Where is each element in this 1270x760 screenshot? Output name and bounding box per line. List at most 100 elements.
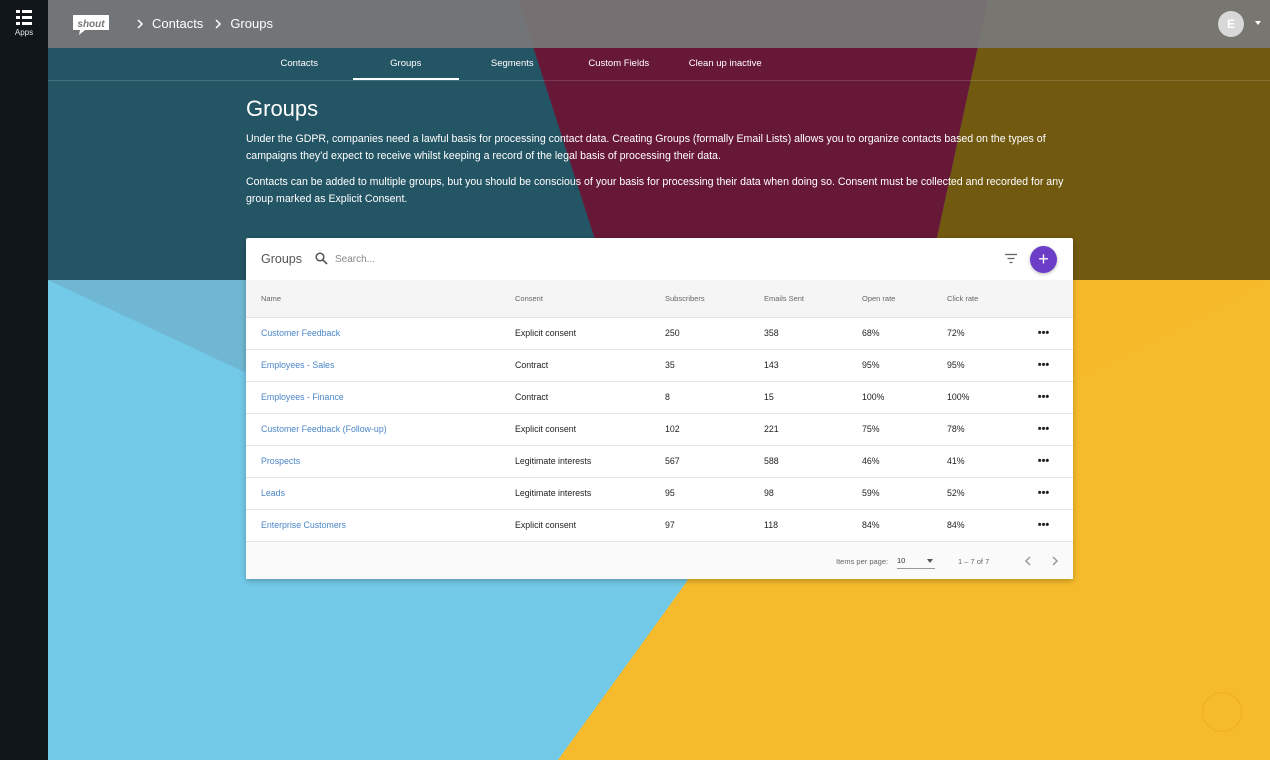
emails-sent-cell: 143 — [764, 360, 779, 370]
column-header-emails-sent[interactable]: Emails Sent — [749, 280, 847, 317]
next-page-icon[interactable] — [1048, 554, 1062, 568]
subscribers-cell: 8 — [665, 392, 670, 402]
groups-table: Name Consent Subscribers Emails Sent Ope… — [246, 280, 1073, 541]
tab-groups[interactable]: Groups — [352, 48, 460, 80]
column-header-consent[interactable]: Consent — [500, 280, 650, 317]
column-header-subscribers[interactable]: Subscribers — [650, 280, 749, 317]
paginator: Items per page: 10 1 – 7 of 7 — [246, 541, 1073, 579]
subscribers-cell: 97 — [665, 520, 675, 531]
chevron-right-icon — [137, 18, 144, 29]
top-bar: shout Contacts Groups E — [48, 0, 1270, 48]
table-row[interactable]: Enterprise Customers Explicit consent 97… — [246, 509, 1073, 541]
consent-cell: Legitimate interests — [515, 456, 592, 466]
tab-divider — [48, 80, 1270, 81]
emails-sent-cell: 98 — [764, 488, 774, 498]
account-menu-caret-icon[interactable] — [1255, 21, 1261, 25]
search-icon — [315, 252, 328, 265]
search-input[interactable] — [335, 250, 535, 268]
subscribers-cell: 250 — [665, 328, 680, 338]
table-row[interactable]: Customer Feedback Explicit consent 250 3… — [246, 317, 1073, 349]
filter-icon[interactable] — [1004, 253, 1018, 264]
breadcrumb-groups: Groups — [230, 16, 273, 31]
consent-cell: Explicit consent — [515, 520, 577, 531]
consent-cell: Explicit consent — [515, 424, 577, 434]
tab-contacts[interactable]: Contacts — [246, 48, 353, 80]
intro-paragraph-1: Under the GDPR, companies need a lawful … — [246, 133, 1046, 162]
shout-logo[interactable]: shout — [71, 13, 111, 42]
emails-sent-cell: 15 — [764, 392, 774, 402]
more-options-icon[interactable]: ••• — [1014, 381, 1073, 413]
intro-section: Groups Under the GDPR, companies need a … — [246, 96, 1076, 217]
table-row[interactable]: Employees - Sales Contract 35 143 95% 95… — [246, 349, 1073, 381]
emails-sent-cell: 221 — [764, 424, 779, 434]
table-header-row: Name Consent Subscribers Emails Sent Ope… — [246, 280, 1073, 317]
more-options-icon[interactable]: ••• — [1014, 349, 1073, 381]
column-header-click-rate[interactable]: Click rate — [932, 280, 1014, 317]
app-rail: Apps — [0, 0, 48, 760]
items-per-page-value: 10 — [897, 556, 906, 565]
click-rate-cell: 84% — [947, 520, 965, 531]
group-name-link[interactable]: Enterprise Customers — [246, 509, 500, 541]
more-options-icon[interactable]: ••• — [1014, 477, 1073, 509]
intro-paragraph-2: Contacts can be added to multiple groups… — [246, 176, 1064, 205]
table-row[interactable]: Leads Legitimate interests 95 98 59% 52%… — [246, 477, 1073, 509]
avatar[interactable]: E — [1218, 11, 1244, 37]
consent-cell: Legitimate interests — [515, 488, 592, 498]
column-header-name[interactable]: Name — [246, 280, 500, 317]
more-options-icon[interactable]: ••• — [1014, 509, 1073, 541]
card-header: Groups + — [246, 238, 1073, 280]
items-per-page-label: Items per page: — [836, 557, 889, 566]
open-rate-cell: 68% — [862, 328, 880, 338]
emails-sent-cell: 588 — [764, 456, 779, 466]
open-rate-cell: 95% — [862, 360, 880, 370]
help-button[interactable] — [1202, 692, 1242, 732]
page-title: Groups — [246, 96, 319, 121]
svg-text:shout: shout — [77, 19, 105, 30]
page-range-label: 1 – 7 of 7 — [958, 557, 990, 566]
group-name-link[interactable]: Leads — [246, 477, 500, 509]
consent-cell: Explicit consent — [515, 328, 577, 338]
emails-sent-cell: 358 — [764, 328, 779, 338]
add-group-button[interactable]: + — [1030, 246, 1057, 273]
click-rate-cell: 95% — [947, 360, 965, 370]
card-title: Groups — [261, 252, 302, 266]
open-rate-cell: 46% — [862, 456, 880, 466]
consent-cell: Contract — [515, 360, 549, 370]
groups-card: Groups + Name Consent Subscribers Emails… — [246, 238, 1073, 579]
table-row[interactable]: Customer Feedback (Follow-up) Explicit c… — [246, 413, 1073, 445]
section-tabs: Contacts Groups Segments Custom Fields C… — [246, 48, 779, 80]
open-rate-cell: 100% — [862, 392, 885, 402]
column-header-open-rate[interactable]: Open rate — [847, 280, 932, 317]
more-options-icon[interactable]: ••• — [1014, 317, 1073, 349]
group-name-link[interactable]: Prospects — [246, 445, 500, 477]
dropdown-arrow-icon — [927, 559, 933, 563]
table-row[interactable]: Employees - Finance Contract 8 15 100% 1… — [246, 381, 1073, 413]
click-rate-cell: 41% — [947, 456, 965, 466]
subscribers-cell: 567 — [665, 456, 680, 466]
emails-sent-cell: 118 — [764, 520, 779, 531]
group-name-link[interactable]: Customer Feedback (Follow-up) — [246, 413, 500, 445]
grid-icon — [16, 10, 32, 25]
group-name-link[interactable]: Employees - Finance — [246, 381, 500, 413]
group-name-link[interactable]: Customer Feedback — [246, 317, 500, 349]
table-row[interactable]: Prospects Legitimate interests 567 588 4… — [246, 445, 1073, 477]
tab-segments[interactable]: Segments — [459, 48, 566, 80]
more-options-icon[interactable]: ••• — [1014, 413, 1073, 445]
open-rate-cell: 75% — [862, 424, 880, 434]
previous-page-icon[interactable] — [1021, 554, 1035, 568]
items-per-page-select[interactable]: 10 — [897, 553, 935, 569]
column-header-actions — [1014, 280, 1073, 317]
breadcrumb-contacts[interactable]: Contacts — [152, 16, 203, 31]
tab-clean-up-inactive[interactable]: Clean up inactive — [672, 48, 779, 80]
tab-custom-fields[interactable]: Custom Fields — [566, 48, 673, 80]
open-rate-cell: 59% — [862, 488, 880, 498]
subscribers-cell: 102 — [665, 424, 680, 434]
click-rate-cell: 78% — [947, 424, 965, 434]
click-rate-cell: 72% — [947, 328, 965, 338]
group-name-link[interactable]: Employees - Sales — [246, 349, 500, 381]
breadcrumb: Contacts Groups — [133, 16, 281, 31]
subscribers-cell: 95 — [665, 488, 675, 498]
apps-button[interactable]: Apps — [0, 10, 48, 37]
open-rate-cell: 84% — [862, 520, 880, 531]
more-options-icon[interactable]: ••• — [1014, 445, 1073, 477]
